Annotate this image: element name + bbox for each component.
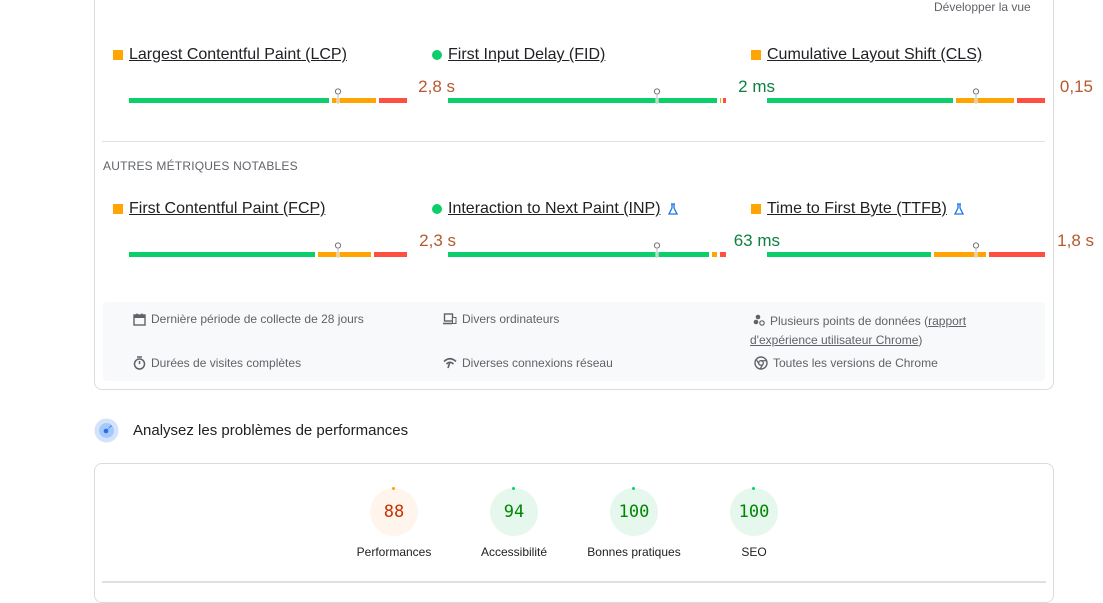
metric-link[interactable]: Cumulative Layout Shift (CLS) [767,46,982,64]
score-value: 88 [383,502,405,522]
score-gauge-accessibilité[interactable]: 94 Accessibilité [454,487,574,559]
section-divider [102,141,1045,142]
score-label: Performances [356,545,432,559]
distribution-bar [448,242,726,258]
score-value: 100 [738,502,770,522]
datapoints-icon [753,314,765,326]
bar-segment-average [712,252,718,257]
metric-inp: Interaction to Next Paint (INP) 63 ms [432,200,780,270]
info-visit-durations: Durées de visites complètes [133,356,301,370]
score-circle: 94 [490,487,538,536]
bar-segment-poor [373,252,407,257]
score-gauge-seo[interactable]: 100 SEO [694,487,814,559]
info-datapoints: Plusieurs points de données (rapport d'e… [750,314,967,347]
timer-icon [133,356,146,370]
metric-lcp: Largest Contentful Paint (LCP) 2,8 s [113,46,455,116]
info-network: Diverses connexions réseau [443,356,613,370]
good-indicator-icon [432,204,442,214]
expand-view-link[interactable]: Développer la vue [934,0,1031,14]
diagnose-title: Analysez les problèmes de performances [133,422,409,439]
metric-link[interactable]: Interaction to Next Paint (INP) [448,200,661,218]
metric-fcp: First Contentful Paint (FCP) 2,3 s [113,200,456,270]
distribution-bar [767,88,1045,104]
chrome-icon [754,356,768,370]
average-indicator-icon [113,50,123,60]
lighthouse-radar-icon [94,418,119,443]
experimental-flask-icon [953,203,964,215]
metric-ttfb: Time to First Byte (TTFB) 1,8 s [751,200,1094,270]
score-gauge-performances[interactable]: 88 Performances [334,487,454,559]
info-chrome-versions: Toutes les versions de Chrome [754,356,938,370]
percentile-marker-icon [972,242,979,258]
info-collection-period: Dernière période de collecte de 28 jours [133,312,364,326]
gauge-arc-dot [752,487,755,490]
other-metrics-heading: AUTRES MÉTRIQUES NOTABLES [103,159,298,173]
bar-segment-good [767,98,954,103]
score-label: Accessibilité [480,545,548,559]
good-indicator-icon [432,50,442,60]
percentile-marker-icon [653,88,660,104]
experimental-flask-icon [667,203,678,215]
network-wifi-icon [443,357,457,369]
score-value: 100 [618,502,650,522]
calendar-icon [133,313,146,326]
distribution-bar [129,242,407,258]
bar-segment-good [129,98,329,103]
metric-link[interactable]: Largest Contentful Paint (LCP) [129,46,347,64]
bar-segment-poor [989,252,1045,257]
metric-link[interactable]: First Input Delay (FID) [448,46,605,64]
bar-segment-average [956,98,1015,103]
diagnose-section-heading: Analysez les problèmes de performances [94,418,408,443]
bar-segment-poor [379,98,407,103]
info-devices: Divers ordinateurs [443,312,559,326]
bar-segment-average [720,98,722,103]
devices-icon [443,313,457,325]
percentile-marker-icon [653,242,660,258]
metric-link[interactable]: Time to First Byte (TTFB) [767,200,947,218]
score-circle: 88 [370,487,418,536]
bar-segment-poor [723,98,726,103]
bar-segment-good [448,98,718,103]
bar-segment-good [129,252,316,257]
distribution-bar [129,88,407,104]
bar-segment-good [448,252,710,257]
distribution-bar [448,88,726,104]
gauge-arc-dot [392,487,395,490]
card-divider [102,581,1046,583]
metric-cls: Cumulative Layout Shift (CLS) 0,15 [751,46,1093,116]
percentile-marker-icon [334,242,341,258]
distribution-bar [767,242,1045,258]
metric-fid: First Input Delay (FID) 2 ms [432,46,775,116]
bar-segment-average [318,252,371,257]
bar-segment-good [767,252,931,257]
percentile-marker-icon [334,88,341,104]
metric-link[interactable]: First Contentful Paint (FCP) [129,200,326,218]
score-label: SEO [741,545,767,559]
average-indicator-icon [113,204,123,214]
score-gauge-bonnes-pratiques[interactable]: 100 Bonnes pratiques [574,487,694,559]
score-circle: 100 [730,487,778,536]
bar-segment-poor [720,252,726,257]
gauge-arc-dot [632,487,635,490]
average-indicator-icon [751,204,761,214]
gauge-arc-dot [512,487,515,490]
score-label: Bonnes pratiques [587,545,681,559]
percentile-marker-icon [972,88,979,104]
score-circle: 100 [610,487,658,536]
score-value: 94 [503,502,525,522]
average-indicator-icon [751,50,761,60]
bar-segment-poor [1017,98,1045,103]
